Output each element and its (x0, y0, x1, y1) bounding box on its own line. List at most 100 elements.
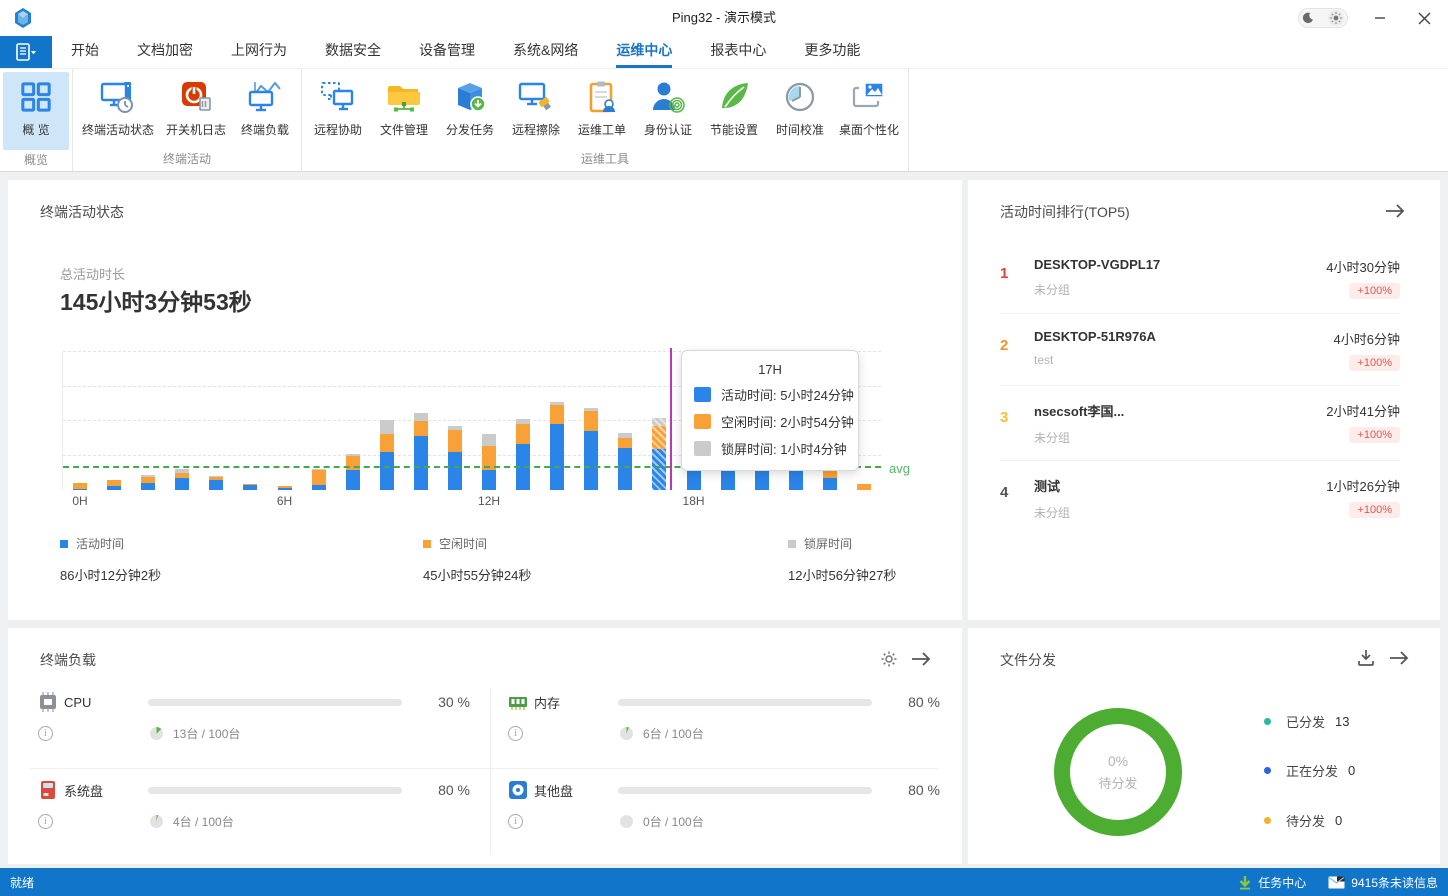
bar-segment[interactable] (823, 478, 837, 490)
distribution-donut: 0% 待分发 (1054, 708, 1182, 836)
bar-segment[interactable] (550, 402, 564, 405)
bar-segment[interactable] (584, 411, 598, 431)
info-icon[interactable]: i (38, 726, 53, 741)
bar-segment[interactable] (243, 484, 257, 486)
bar-segment[interactable] (584, 431, 598, 490)
tool-power-log[interactable]: 开关机日志 (160, 72, 232, 140)
ranking-row-4[interactable]: 4 测试未分组 1小时26分钟+100% (1000, 461, 1400, 535)
bar-segment[interactable] (380, 434, 394, 452)
bar-segment[interactable] (414, 436, 428, 490)
bar-segment[interactable] (414, 421, 428, 436)
bar-segment[interactable] (823, 471, 837, 478)
tab-web-behavior[interactable]: 上网行为 (212, 36, 306, 68)
load-cell-system-disk: 系统盘 80 % i 4台 / 100台 (38, 780, 470, 830)
task-center-button[interactable]: 任务中心 (1238, 874, 1306, 891)
tab-doc-encryption[interactable]: 文档加密 (118, 36, 212, 68)
bar-segment[interactable] (414, 413, 428, 421)
sun-toggle[interactable] (1328, 10, 1344, 26)
bar-segment[interactable] (448, 430, 462, 452)
tool-energy-saving[interactable]: 节能设置 (701, 72, 767, 140)
bar-segment[interactable] (107, 486, 121, 490)
gear-icon[interactable] (880, 650, 898, 668)
arrow-right-icon[interactable] (1388, 649, 1410, 667)
bar-segment[interactable] (448, 452, 462, 490)
bar-segment[interactable] (584, 408, 598, 411)
bar-segment[interactable] (482, 470, 496, 490)
activity-stacked-bar-chart[interactable]: avg 17H 活动时间: 5小时24分钟 空闲时间: 2小时54分钟 锁屏时间… (62, 352, 881, 490)
info-icon[interactable]: i (508, 814, 523, 829)
bar-segment[interactable] (209, 480, 223, 490)
bar-segment[interactable] (789, 470, 803, 490)
bar-segment[interactable] (209, 476, 223, 478)
bar-segment[interactable] (107, 480, 121, 486)
arrow-right-icon[interactable] (910, 650, 932, 668)
bar-segment[interactable] (243, 485, 257, 490)
tool-terminal-activity-status[interactable]: 终端活动状态 (76, 72, 160, 140)
bar-segment[interactable] (652, 426, 666, 448)
bar-segment[interactable] (141, 475, 155, 477)
tab-report-center[interactable]: 报表中心 (691, 36, 785, 68)
bar-segment[interactable] (652, 418, 666, 426)
moon-icon[interactable] (1302, 12, 1314, 24)
tab-start[interactable]: 开始 (52, 36, 118, 68)
info-icon[interactable]: i (508, 726, 523, 741)
info-icon[interactable]: i (38, 814, 53, 829)
bar-segment[interactable] (550, 424, 564, 490)
ranking-row-1[interactable]: 1 DESKTOP-VGDPL17未分组 4小时30分钟+100% (1000, 242, 1400, 314)
close-button[interactable] (1404, 0, 1444, 36)
bar-segment[interactable] (312, 470, 326, 485)
bar-segment[interactable] (175, 473, 189, 478)
tab-system-network[interactable]: 系统&网络 (494, 36, 597, 68)
bar-segment[interactable] (209, 477, 223, 480)
tool-distribution-task[interactable]: 分发任务 (437, 72, 503, 140)
tool-overview[interactable]: 概 览 (3, 72, 69, 150)
bar-segment[interactable] (141, 477, 155, 483)
theme-toggle[interactable] (1298, 8, 1348, 28)
bar-segment[interactable] (618, 433, 632, 438)
bar-segment[interactable] (618, 438, 632, 448)
tab-more-features[interactable]: 更多功能 (785, 36, 879, 68)
bar-segment[interactable] (141, 483, 155, 490)
ranking-row-2[interactable]: 2 DESKTOP-51R976Atest 4小时6分钟+100% (1000, 314, 1400, 386)
tool-file-management[interactable]: 文件管理 (371, 72, 437, 140)
tab-device-management[interactable]: 设备管理 (400, 36, 494, 68)
bar-segment[interactable] (516, 424, 530, 444)
tool-terminal-load[interactable]: 终端负载 (232, 72, 298, 140)
other-disk-load-bar (618, 787, 872, 794)
bar-segment[interactable] (278, 488, 292, 490)
bar-segment[interactable] (312, 485, 326, 490)
ribbon-group-ops-tools: 远程协助 文件管理 分发任务 远程擦除 运维工单 (302, 69, 909, 171)
arrow-right-icon[interactable] (1384, 202, 1406, 220)
bar-segment[interactable] (346, 470, 360, 490)
bar-segment[interactable] (516, 419, 530, 424)
bar-segment[interactable] (380, 452, 394, 490)
bar-segment[interactable] (312, 469, 326, 471)
bar-segment[interactable] (346, 454, 360, 456)
tool-desktop-personalization[interactable]: 桌面个性化 (833, 72, 905, 140)
tool-remote-wipe[interactable]: 远程擦除 (503, 72, 569, 140)
tool-identity-auth[interactable]: 身份认证 (635, 72, 701, 140)
tab-ops-center[interactable]: 运维中心 (597, 36, 691, 68)
tool-time-calibration[interactable]: 时间校准 (767, 72, 833, 140)
bar-segment[interactable] (448, 426, 462, 430)
bar-segment[interactable] (618, 448, 632, 490)
minimize-button[interactable] (1360, 0, 1400, 36)
bar-segment[interactable] (73, 483, 87, 489)
bar-segment[interactable] (278, 486, 292, 488)
download-icon[interactable] (1356, 648, 1376, 668)
x-axis-label: 18H (683, 494, 705, 508)
tab-data-security[interactable]: 数据安全 (306, 36, 400, 68)
tool-ops-ticket[interactable]: 运维工单 (569, 72, 635, 140)
bar-segment[interactable] (73, 489, 87, 491)
bar-segment[interactable] (482, 434, 496, 446)
bar-segment[interactable] (175, 478, 189, 490)
bar-segment[interactable] (550, 405, 564, 425)
bar-segment[interactable] (175, 469, 189, 473)
bar-segment[interactable] (857, 484, 871, 490)
app-menu-button[interactable] (0, 36, 52, 68)
bar-segment[interactable] (652, 449, 666, 490)
bar-segment[interactable] (380, 420, 394, 434)
ranking-row-3[interactable]: 3 nsecsoft李国...未分组 2小时41分钟+100% (1000, 386, 1400, 461)
tool-remote-assist[interactable]: 远程协助 (305, 72, 371, 140)
unread-messages-button[interactable]: 9415条未读信息 (1328, 874, 1438, 891)
